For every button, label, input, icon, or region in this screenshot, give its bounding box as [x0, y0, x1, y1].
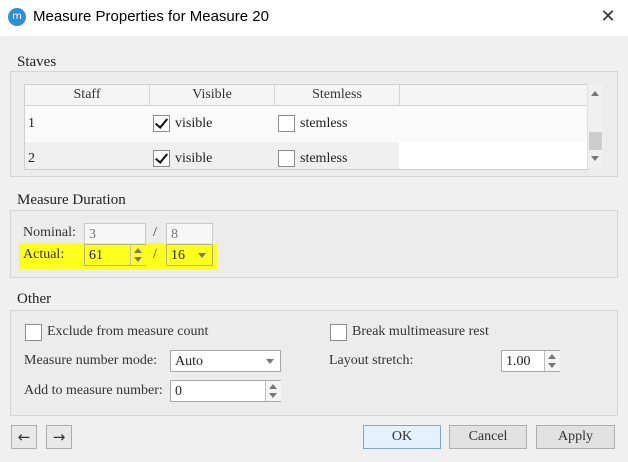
column-header-staff[interactable]: Staff — [25, 85, 150, 105]
next-measure-button[interactable]: → — [46, 425, 72, 449]
nominal-denominator-field: 8 — [166, 223, 213, 245]
visible-checkbox[interactable] — [153, 150, 170, 167]
stemless-label: stemless — [300, 151, 348, 166]
spin-down-icon[interactable] — [134, 257, 142, 262]
nominal-label: Nominal: — [23, 225, 76, 240]
spin-down-icon[interactable] — [269, 393, 277, 398]
add-number-value: 0 — [175, 384, 182, 399]
cancel-button[interactable]: Cancel — [449, 425, 527, 449]
break-mmrest-label: Break multimeasure rest — [352, 324, 489, 339]
number-mode-select[interactable]: Auto — [170, 350, 281, 372]
actual-label: Actual: — [23, 247, 65, 262]
close-icon[interactable]: ✕ — [598, 6, 618, 28]
nominal-numerator-field: 3 — [84, 223, 146, 245]
duration-section-title: Measure Duration — [17, 192, 126, 208]
actual-numerator-spinbox[interactable]: 61 — [84, 244, 146, 266]
actual-denominator-value: 16 — [171, 248, 185, 263]
other-section-title: Other — [17, 291, 52, 307]
add-number-label: Add to measure number: — [24, 383, 163, 398]
column-header-stemless[interactable]: Stemless — [275, 85, 400, 105]
spin-up-icon[interactable] — [548, 354, 556, 359]
chevron-down-icon[interactable] — [266, 359, 274, 364]
break-mmrest-checkbox[interactable] — [330, 324, 347, 341]
stemless-checkbox[interactable] — [278, 150, 295, 167]
exclude-count-label: Exclude from measure count — [47, 324, 209, 339]
spin-up-icon[interactable] — [269, 384, 277, 389]
add-number-spinbox[interactable]: 0 — [170, 380, 281, 402]
number-mode-value: Auto — [175, 354, 203, 369]
scroll-up-icon[interactable] — [591, 91, 599, 96]
row-blank-area — [399, 142, 588, 169]
scroll-down-icon[interactable] — [591, 156, 599, 161]
ok-button[interactable]: OK — [363, 425, 441, 449]
actual-numerator-value: 61 — [89, 248, 103, 263]
nominal-separator: / — [153, 225, 157, 240]
actual-separator: / — [153, 247, 157, 262]
layout-stretch-label: Layout stretch: — [329, 353, 414, 368]
visible-label: visible — [175, 116, 213, 131]
stemless-checkbox[interactable] — [278, 115, 295, 132]
musescore-icon: m — [8, 8, 26, 26]
layout-stretch-spinbox[interactable]: 1.00 — [501, 350, 560, 372]
actual-denominator-select[interactable]: 16 — [166, 244, 213, 266]
spin-buttons[interactable] — [265, 381, 281, 401]
table-row[interactable]: 1 visible stemless — [25, 106, 588, 142]
spin-up-icon[interactable] — [134, 248, 142, 253]
layout-stretch-value: 1.00 — [506, 354, 531, 369]
column-header-visible[interactable]: Visible — [150, 85, 275, 105]
chevron-down-icon[interactable] — [198, 253, 206, 258]
visible-checkbox[interactable] — [153, 115, 170, 132]
staff-number: 2 — [28, 151, 35, 166]
exclude-count-checkbox[interactable] — [25, 324, 42, 341]
spin-buttons[interactable] — [130, 245, 146, 265]
staves-section-title: Staves — [17, 54, 57, 70]
window-title: Measure Properties for Measure 20 — [33, 8, 269, 25]
previous-measure-button[interactable]: ← — [11, 425, 37, 449]
number-mode-label: Measure number mode: — [24, 353, 157, 368]
staves-scrollbar[interactable] — [587, 84, 603, 168]
visible-label: visible — [175, 151, 213, 166]
table-row[interactable]: 2 visible stemless — [25, 142, 588, 169]
table-header: Staff Visible Stemless — [25, 85, 588, 106]
spin-buttons[interactable] — [544, 351, 560, 371]
apply-button[interactable]: Apply — [536, 425, 615, 449]
staff-number: 1 — [28, 116, 35, 131]
spin-down-icon[interactable] — [548, 363, 556, 368]
staves-table: Staff Visible Stemless 1 visible stemles… — [24, 84, 589, 170]
stemless-label: stemless — [300, 116, 348, 131]
scroll-thumb[interactable] — [589, 132, 602, 150]
